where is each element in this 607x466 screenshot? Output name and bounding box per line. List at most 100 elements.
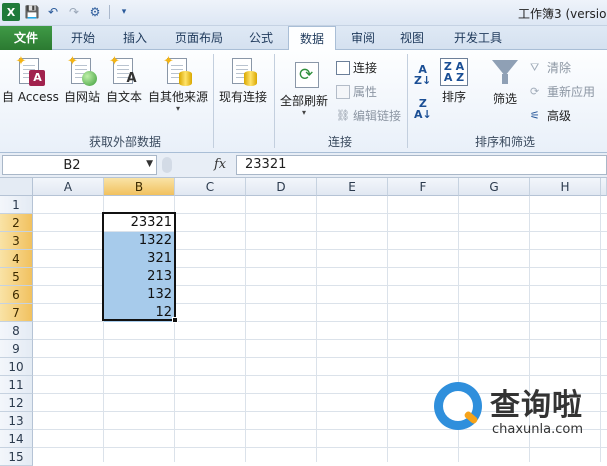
sort-button[interactable]: Z AA Z 排序 <box>440 58 468 105</box>
column-header-c[interactable]: C <box>175 178 246 196</box>
row-header-12[interactable]: 12 <box>0 394 33 412</box>
funnel-icon <box>490 58 520 88</box>
tab-insert[interactable]: 插入 <box>112 26 158 50</box>
qat-separator <box>109 5 110 19</box>
tab-home[interactable]: 开始 <box>58 26 108 50</box>
from-other-label: 自其他来源 <box>148 90 209 104</box>
cell-b2[interactable]: 23321 <box>104 214 175 232</box>
connections-button[interactable]: 连接 <box>336 59 377 76</box>
cell-b6[interactable]: 132 <box>104 286 175 304</box>
refresh-icon <box>289 60 319 90</box>
access-icon: ✦ A <box>15 54 46 86</box>
existing-connections-button[interactable]: 现有连接 <box>219 56 267 105</box>
group-label-connections: 连接 <box>327 135 352 149</box>
redo-icon[interactable]: ↷ <box>65 3 83 21</box>
row-header-2[interactable]: 2 <box>0 214 33 232</box>
fill-handle[interactable] <box>172 317 178 323</box>
title-bar: X 💾 ↶ ↷ ⚙ ▾ 工作簿3 (version <box>0 0 607 26</box>
undo-icon[interactable]: ↶ <box>44 3 62 21</box>
column-header-a[interactable]: A <box>33 178 104 196</box>
column-header-b[interactable]: B <box>104 178 175 196</box>
column-header-h[interactable]: H <box>530 178 601 196</box>
row-header-1[interactable]: 1 <box>0 196 33 214</box>
properties-icon <box>336 84 350 99</box>
row-header-7[interactable]: 7 <box>0 304 33 322</box>
sort-za-button[interactable]: Z A↓ <box>414 98 432 120</box>
gridline <box>245 196 246 462</box>
tab-data[interactable]: 数据 <box>288 26 336 51</box>
column-header-partial <box>601 178 607 196</box>
row-header-10[interactable]: 10 <box>0 358 33 376</box>
column-header-f[interactable]: F <box>388 178 459 196</box>
row-header-6[interactable]: 6 <box>0 286 33 304</box>
row-header-15[interactable]: 15 <box>0 448 33 466</box>
row-header-13[interactable]: 13 <box>0 412 33 430</box>
name-box[interactable]: B2 ▼ <box>2 155 157 175</box>
excel-logo-icon[interactable]: X <box>2 3 20 21</box>
quick-access-toolbar: X 💾 ↶ ↷ ⚙ ▾ <box>2 3 133 21</box>
tab-view[interactable]: 视图 <box>390 26 434 50</box>
watermark-name: 查询啦 <box>490 388 583 423</box>
advanced-filter-icon: ⚟ <box>530 108 540 122</box>
advanced-button[interactable]: ⚟ 高级 <box>530 107 571 124</box>
chevron-down-icon: ▾ <box>302 108 307 117</box>
column-header-d[interactable]: D <box>246 178 317 196</box>
from-web-button[interactable]: ✦ 自网站 <box>64 54 101 105</box>
group-label-get-external: 获取外部数据 <box>88 135 161 149</box>
sort-ascending-icon: A Z↓ <box>414 63 432 87</box>
row-header-4[interactable]: 4 <box>0 250 33 268</box>
insert-function-icon[interactable]: fx <box>214 157 226 172</box>
formula-bar: B2 ▼ fx 23321 <box>0 153 607 178</box>
tab-formulas[interactable]: 公式 <box>240 26 282 50</box>
row-header-9[interactable]: 9 <box>0 340 33 358</box>
edit-links-button[interactable]: ⛓ 编辑链接 <box>336 107 401 124</box>
formula-bar-splitter[interactable] <box>162 157 172 173</box>
chevron-down-icon[interactable]: ▼ <box>146 159 153 169</box>
cell-b4[interactable]: 321 <box>104 250 175 268</box>
clear-button[interactable]: ⛛ 清除 <box>530 59 571 76</box>
existing-connections-icon <box>228 56 258 86</box>
tab-file[interactable]: 文件 <box>0 26 52 50</box>
refresh-all-button[interactable]: 全部刷新 ▾ <box>280 60 328 117</box>
group-divider <box>274 54 275 148</box>
reapply-icon: ⟳ <box>530 84 540 98</box>
row-header-11[interactable]: 11 <box>0 376 33 394</box>
row-header-5[interactable]: 5 <box>0 268 33 286</box>
row-header-14[interactable]: 14 <box>0 430 33 448</box>
customize-icon[interactable]: ⚙ <box>86 3 104 21</box>
from-other-sources-button[interactable]: ✦ 自其他来源 ▾ <box>148 54 209 113</box>
sort-label: 排序 <box>441 90 466 104</box>
from-web-label: 自网站 <box>64 90 101 104</box>
tab-page-layout[interactable]: 页面布局 <box>163 26 235 50</box>
column-header-g[interactable]: G <box>459 178 530 196</box>
magnifier-logo-icon <box>434 382 482 430</box>
filter-button[interactable]: 筛选 <box>490 58 520 107</box>
row-header-8[interactable]: 8 <box>0 322 33 340</box>
sort-descending-icon: Z A↓ <box>414 97 432 121</box>
column-header-e[interactable]: E <box>317 178 388 196</box>
tab-review[interactable]: 审阅 <box>342 26 384 50</box>
sort-dialog-icon: Z AA Z <box>440 58 468 86</box>
watermark-domain: chaxunla.com <box>492 422 583 437</box>
from-text-button[interactable]: ✦ A 自文本 <box>106 54 142 105</box>
tab-developer[interactable]: 开发工具 <box>442 26 514 50</box>
cell-b7[interactable]: 12 <box>104 304 175 322</box>
save-icon[interactable]: 💾 <box>23 3 41 21</box>
group-divider <box>407 54 408 148</box>
cell-b3[interactable]: 1322 <box>104 232 175 250</box>
sort-az-button[interactable]: A Z↓ <box>414 64 431 86</box>
formula-input[interactable]: 23321 <box>236 155 607 175</box>
cell-b5[interactable]: 213 <box>104 268 175 286</box>
properties-button[interactable]: 属性 <box>336 83 377 100</box>
gridline <box>33 339 607 340</box>
from-access-button[interactable]: ✦ A 自 Access <box>2 54 59 105</box>
row-header-3[interactable]: 3 <box>0 232 33 250</box>
text-file-icon: ✦ A <box>109 54 137 86</box>
gridline <box>600 196 601 462</box>
web-icon: ✦ <box>67 54 97 86</box>
gridline <box>387 196 388 462</box>
select-all-corner[interactable] <box>0 178 33 196</box>
qat-dropdown-icon[interactable]: ▾ <box>115 3 133 21</box>
advanced-label: 高级 <box>547 109 572 123</box>
reapply-button[interactable]: ⟳ 重新应用 <box>530 83 595 100</box>
